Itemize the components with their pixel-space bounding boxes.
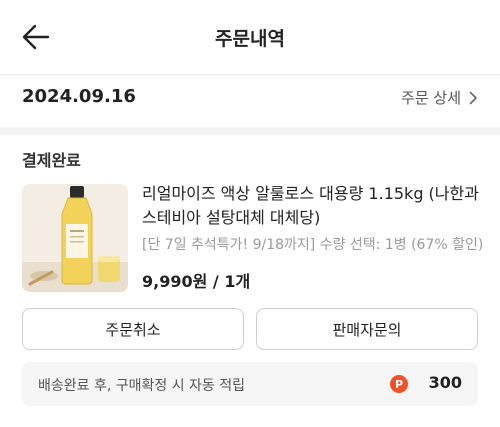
point-icon: P <box>390 375 408 393</box>
product-bottle-image <box>22 184 128 292</box>
chevron-right-icon <box>469 91 477 104</box>
reward-points-value: 300 <box>428 373 462 392</box>
order-date-row: 2024.09.16 주문 상세 <box>0 75 500 127</box>
header: 주문내역 <box>0 0 500 74</box>
seller-inquiry-button[interactable]: 판매자문의 <box>256 308 478 350</box>
order-detail-link[interactable]: 주문 상세 <box>401 87 478 108</box>
reward-points-box: 배송완료 후, 구매확정 시 자동 적립 P 300 <box>22 362 478 406</box>
order-status: 결제완료 <box>22 151 81 170</box>
cancel-order-button[interactable]: 주문취소 <box>22 308 244 350</box>
product-price-quantity: 9,990원 / 1개 <box>142 272 251 291</box>
product-thumbnail[interactable] <box>22 184 128 292</box>
order-detail-label: 주문 상세 <box>401 89 461 107</box>
order-date: 2024.09.16 <box>22 86 136 107</box>
product-option: [단 7일 추석특가! 9/18까지] 수량 선택: 1병 (67% 할인) <box>142 237 482 253</box>
product-name[interactable]: 리얼마이즈 액상 알룰로스 대용량 1.15kg (나한과 스테비아 설탕대체 … <box>142 182 482 230</box>
reward-points-text: 배송완료 후, 구매확정 시 자동 적립 <box>38 378 246 394</box>
section-separator <box>0 127 500 135</box>
page-title: 주문내역 <box>215 28 285 50</box>
